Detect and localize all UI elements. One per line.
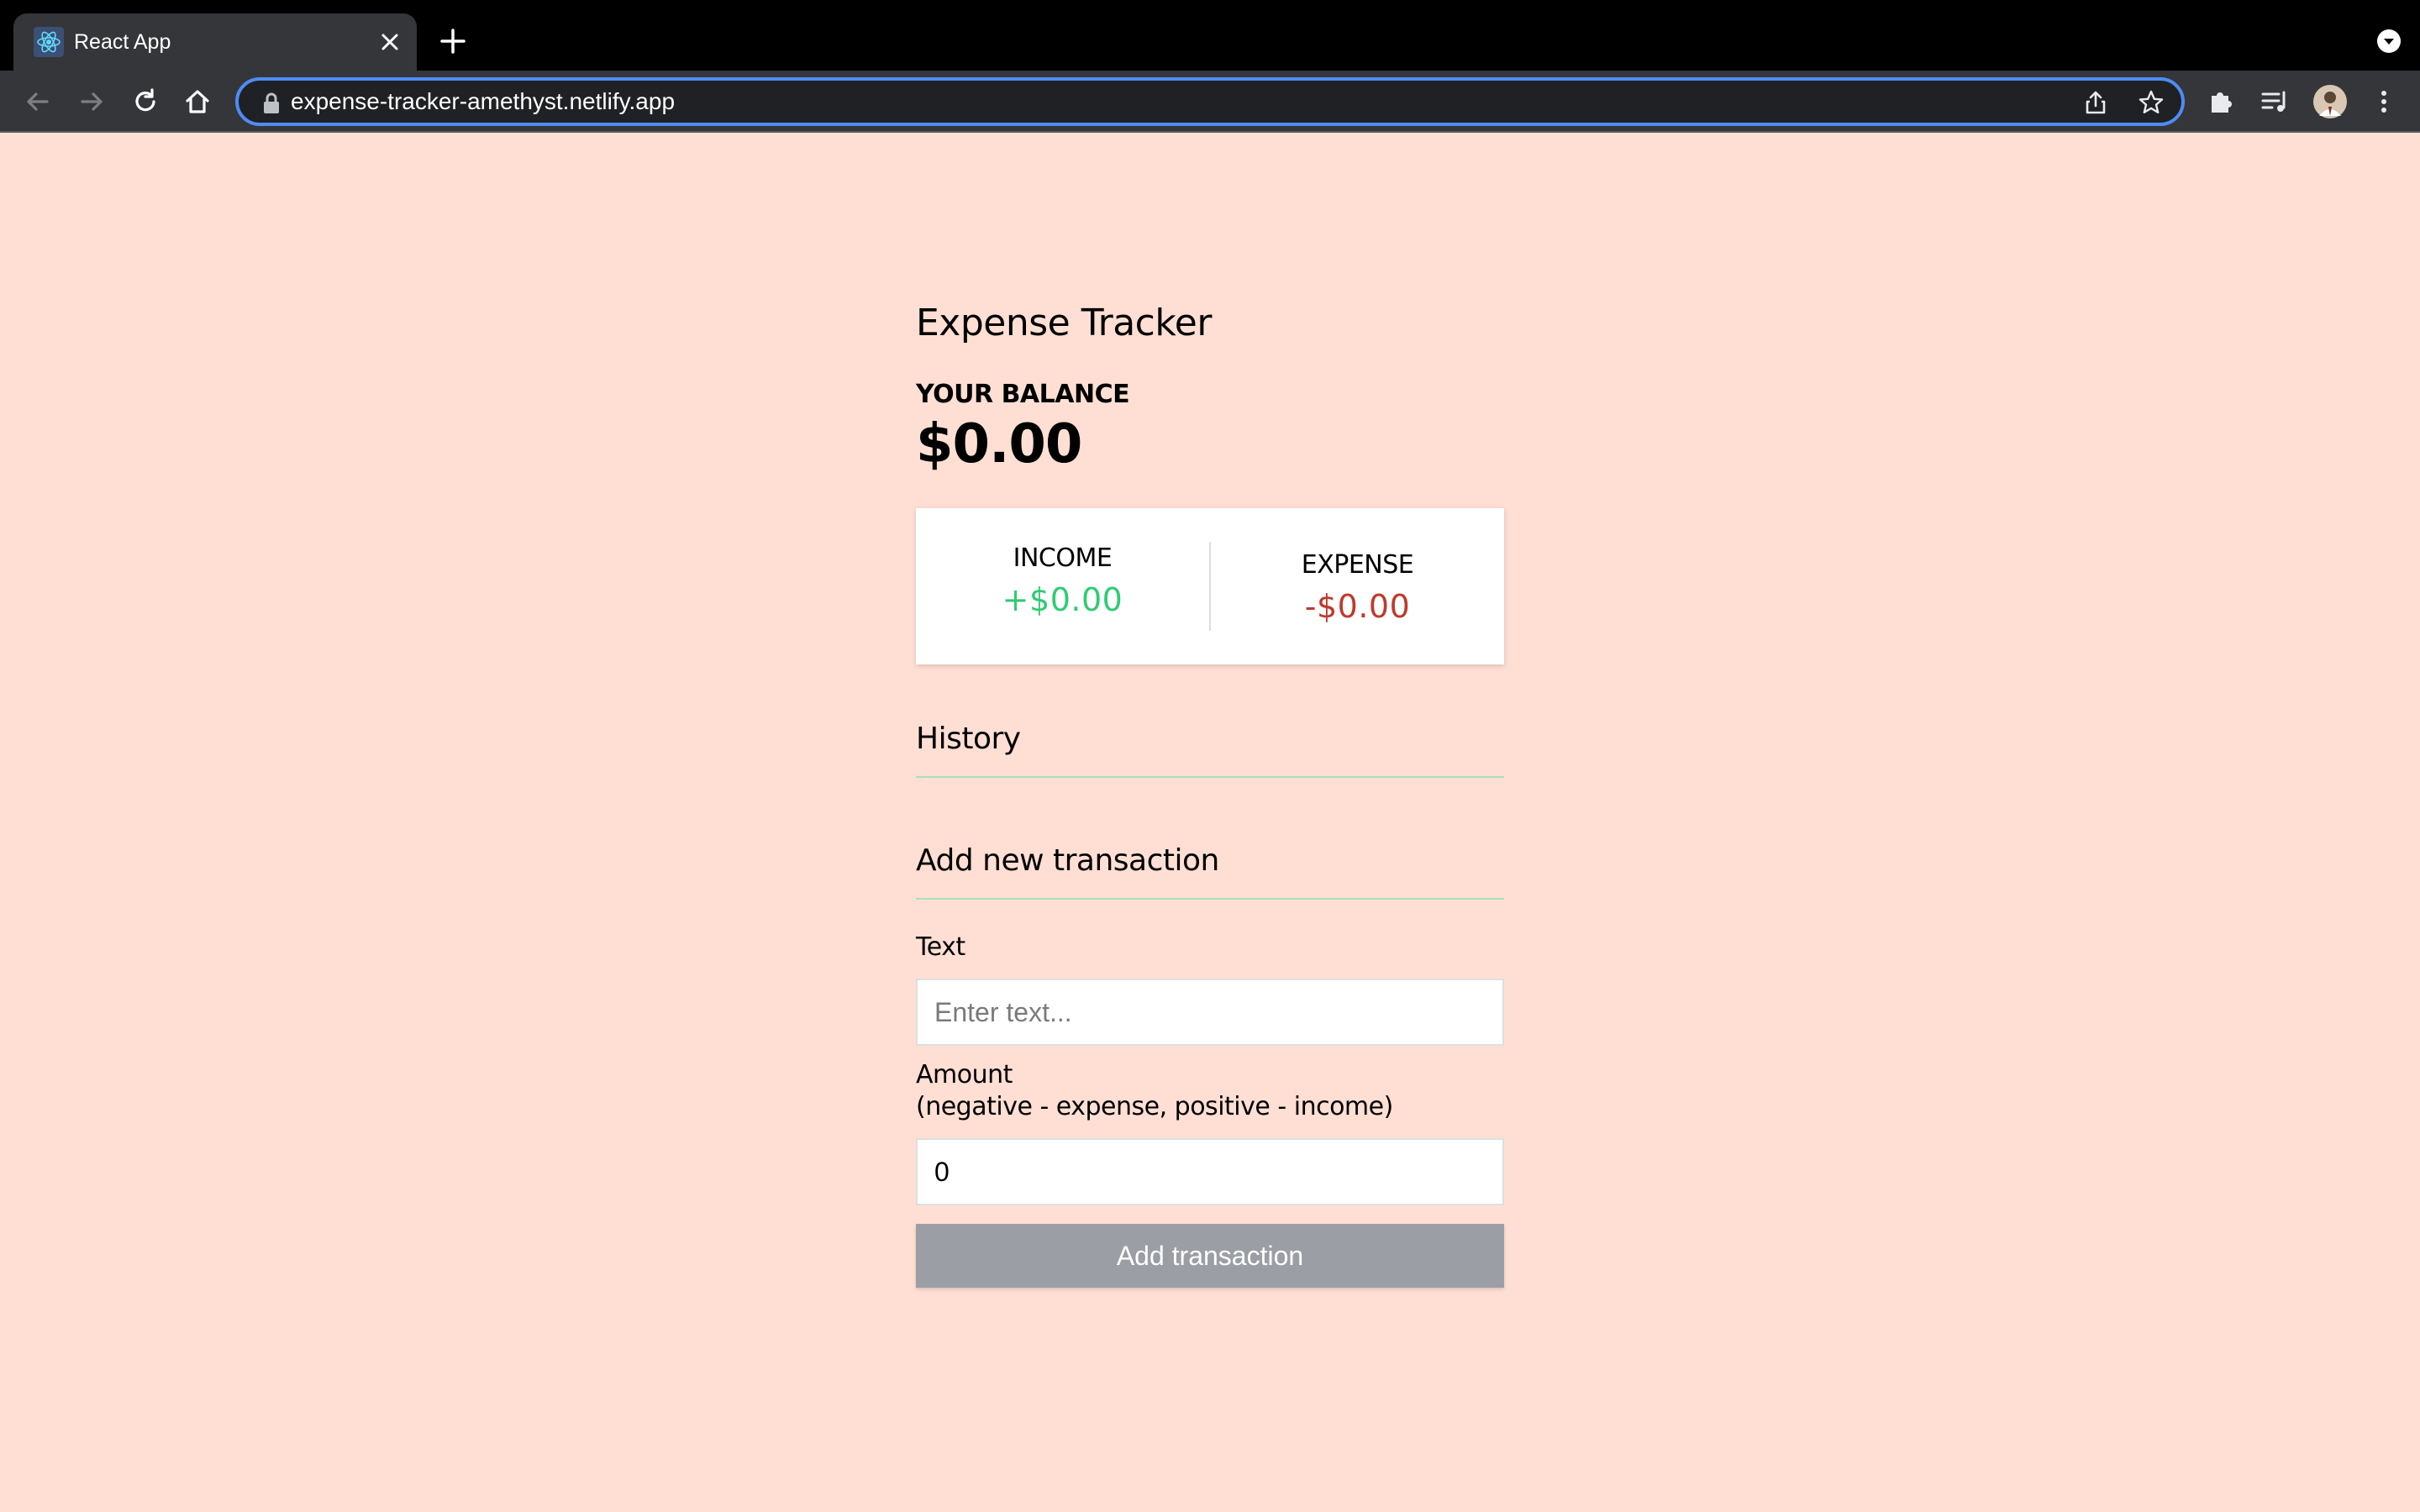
tab-search-icon[interactable] xyxy=(2376,29,2402,54)
page-title: Expense Tracker xyxy=(916,302,1212,344)
kebab-menu-icon[interactable] xyxy=(2368,86,2400,118)
react-icon xyxy=(34,27,64,57)
address-bar[interactable]: expense-tracker-amethyst.netlify.app xyxy=(235,77,2185,126)
expense-tracker-app: Expense Tracker YOUR BALANCE $0.00 INCOM… xyxy=(916,286,1504,1288)
expense-column: EXPENSE -$0.00 xyxy=(1211,549,1504,625)
reading-list-icon[interactable] xyxy=(2259,86,2291,118)
amount-input[interactable] xyxy=(916,1138,1504,1205)
lock-icon[interactable] xyxy=(262,92,281,114)
balance-label: YOUR BALANCE xyxy=(916,380,1130,409)
text-input[interactable] xyxy=(916,979,1504,1046)
amount-field-label: Amount (negative - expense, positive - i… xyxy=(916,1059,1504,1123)
star-icon[interactable] xyxy=(2138,89,2165,116)
balance-value: $0.00 xyxy=(916,413,1082,475)
tab-title: React App xyxy=(74,30,171,54)
add-transaction-heading: Add new transaction xyxy=(916,843,1504,900)
url-text[interactable]: expense-tracker-amethyst.netlify.app xyxy=(291,81,675,123)
history-heading: History xyxy=(916,722,1504,778)
income-expense-card: INCOME +$0.00 EXPENSE -$0.00 xyxy=(916,508,1504,664)
plus-icon[interactable] xyxy=(439,27,467,55)
income-column: INCOME +$0.00 xyxy=(916,542,1211,631)
home-icon[interactable] xyxy=(182,86,213,118)
browser-toolbar: expense-tracker-amethyst.netlify.app xyxy=(0,71,2420,133)
transaction-form: Text Amount (negative - expense, positiv… xyxy=(916,932,1504,1288)
browser-tab[interactable]: React App xyxy=(13,13,417,71)
forward-arrow-icon[interactable] xyxy=(76,86,108,118)
avatar[interactable] xyxy=(2312,84,2348,119)
expense-label: EXPENSE xyxy=(1301,549,1414,580)
amount-label: Amount xyxy=(916,1060,1013,1089)
reload-icon[interactable] xyxy=(129,86,161,118)
share-icon[interactable] xyxy=(2082,89,2109,116)
close-icon[interactable] xyxy=(378,30,402,54)
amount-hint: (negative - expense, positive - income) xyxy=(916,1092,1393,1121)
browser-tab-strip: React App xyxy=(0,0,2420,71)
expense-value: -$0.00 xyxy=(1304,587,1411,625)
income-value: +$0.00 xyxy=(1002,581,1123,618)
add-transaction-button[interactable]: Add transaction xyxy=(916,1224,1504,1288)
back-arrow-icon[interactable] xyxy=(22,86,54,118)
text-field-label: Text xyxy=(916,932,965,962)
income-label: INCOME xyxy=(1013,543,1113,573)
puzzle-icon[interactable] xyxy=(2205,86,2237,118)
